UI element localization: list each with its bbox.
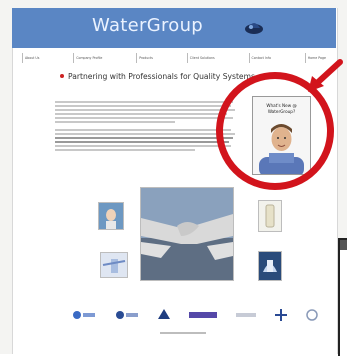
handshake-hero-image <box>140 187 234 281</box>
brand-logo-text[interactable]: WaterGroup <box>92 15 203 36</box>
nav-contact-info[interactable]: Contact Info <box>248 53 271 63</box>
partner-logo-1-icon[interactable] <box>72 310 96 320</box>
nav-client-solutions[interactable]: Client Solutions <box>186 53 215 63</box>
overlapping-window[interactable] <box>338 238 347 356</box>
overlapping-window-titlebar[interactable] <box>340 240 347 250</box>
partner-logo-6-icon[interactable] <box>275 309 287 321</box>
thumb-water-glass[interactable] <box>100 252 128 278</box>
partner-logo-4-icon[interactable] <box>189 310 217 320</box>
thumb-water-splash[interactable] <box>258 251 282 281</box>
water-drop-logo-icon <box>245 23 263 34</box>
highlight-arrow-icon <box>308 59 343 92</box>
footer-text <box>160 332 206 334</box>
partner-logo-2-icon[interactable] <box>115 310 139 320</box>
top-navigation: About Us Company Profile Products Client… <box>22 53 326 63</box>
partner-logo-7-icon[interactable] <box>306 309 318 321</box>
thumb-water-drinker[interactable] <box>98 202 124 230</box>
nav-products[interactable]: Products <box>136 53 153 63</box>
intro-paragraph <box>55 101 235 125</box>
nav-company-profile[interactable]: Company Profile <box>73 53 102 63</box>
second-paragraph <box>55 129 235 153</box>
nav-about-us[interactable]: About Us <box>22 53 39 63</box>
partner-logos <box>72 308 318 322</box>
title-bullet-icon <box>60 74 64 78</box>
partner-logo-5-icon[interactable] <box>236 310 256 320</box>
partner-logo-3-icon[interactable] <box>158 309 170 321</box>
page-title: Partnering with Professionals for Qualit… <box>68 72 255 81</box>
thumb-filter-cartridge[interactable] <box>258 200 282 232</box>
